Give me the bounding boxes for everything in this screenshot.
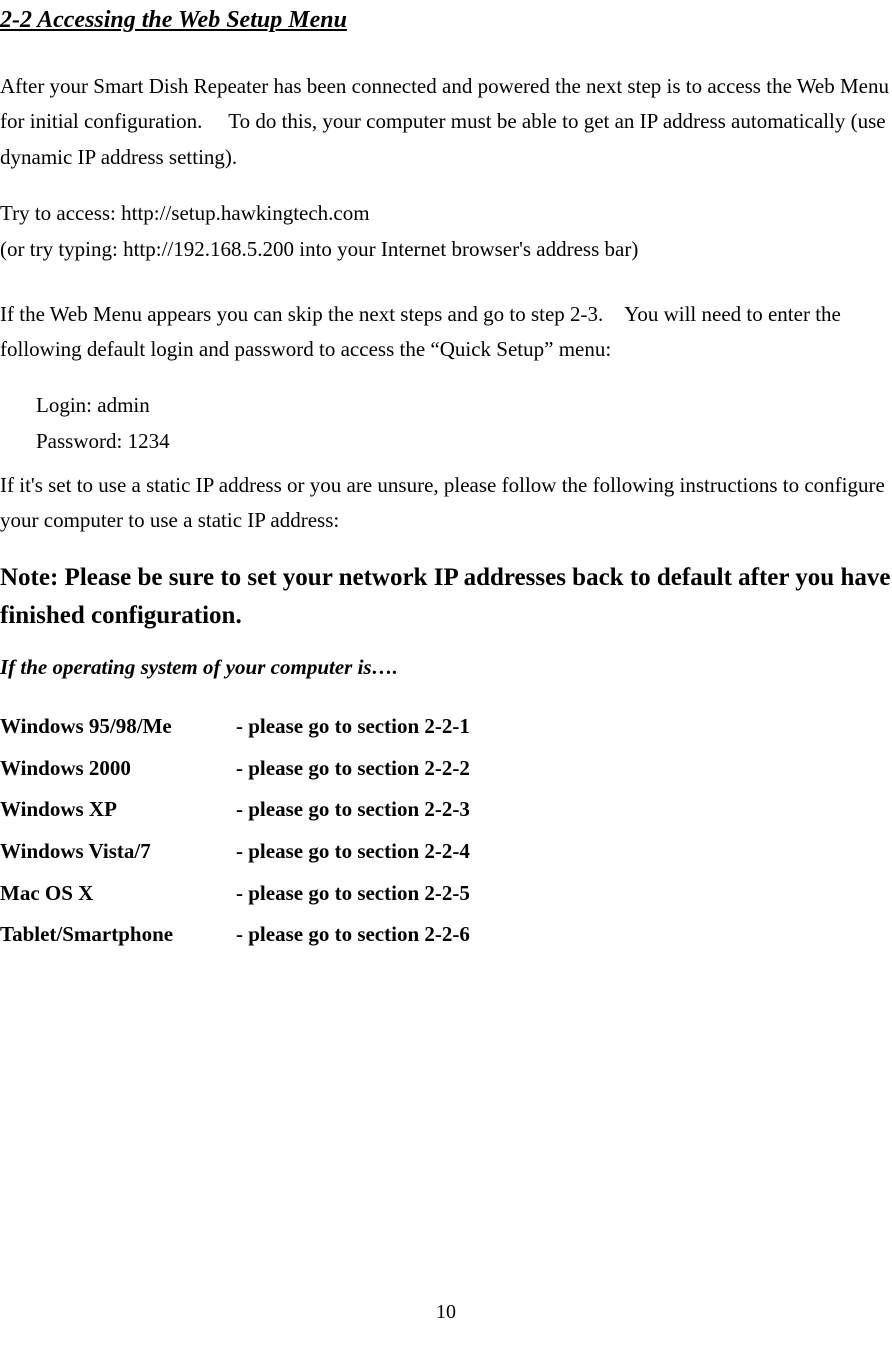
os-prompt: If the operating system of your computer… [0,650,892,686]
section-heading: 2-2 Accessing the Web Setup Menu [0,0,892,41]
table-row: Windows XP - please go to section 2-2-3 [0,789,470,831]
static-ip-paragraph: If it's set to use a static IP address o… [0,468,892,539]
os-target: - please go to section 2-2-3 [236,789,470,831]
os-name: Windows XP [0,789,236,831]
login-credential: Login: admin [36,388,892,424]
os-section-table: Windows 95/98/Me - please go to section … [0,706,470,956]
table-row: Windows 2000 - please go to section 2-2-… [0,748,470,790]
table-row: Mac OS X - please go to section 2-2-5 [0,873,470,915]
os-name: Mac OS X [0,873,236,915]
os-name: Windows 2000 [0,748,236,790]
web-menu-paragraph: If the Web Menu appears you can skip the… [0,297,892,368]
note-paragraph: Note: Please be sure to set your network… [0,559,892,634]
table-row: Windows Vista/7 - please go to section 2… [0,831,470,873]
alt-url-line: (or try typing: http://192.168.5.200 int… [0,232,892,268]
os-name: Windows Vista/7 [0,831,236,873]
password-credential: Password: 1234 [36,424,892,460]
table-row: Windows 95/98/Me - please go to section … [0,706,470,748]
table-row: Tablet/Smartphone - please go to section… [0,914,470,956]
os-name: Windows 95/98/Me [0,706,236,748]
os-target: - please go to section 2-2-6 [236,914,470,956]
page-number: 10 [0,1295,892,1329]
os-name: Tablet/Smartphone [0,914,236,956]
os-target: - please go to section 2-2-2 [236,748,470,790]
intro-paragraph: After your Smart Dish Repeater has been … [0,69,892,176]
os-target: - please go to section 2-2-5 [236,873,470,915]
os-target: - please go to section 2-2-4 [236,831,470,873]
os-target: - please go to section 2-2-1 [236,706,470,748]
access-url-line: Try to access: http://setup.hawkingtech.… [0,196,892,232]
